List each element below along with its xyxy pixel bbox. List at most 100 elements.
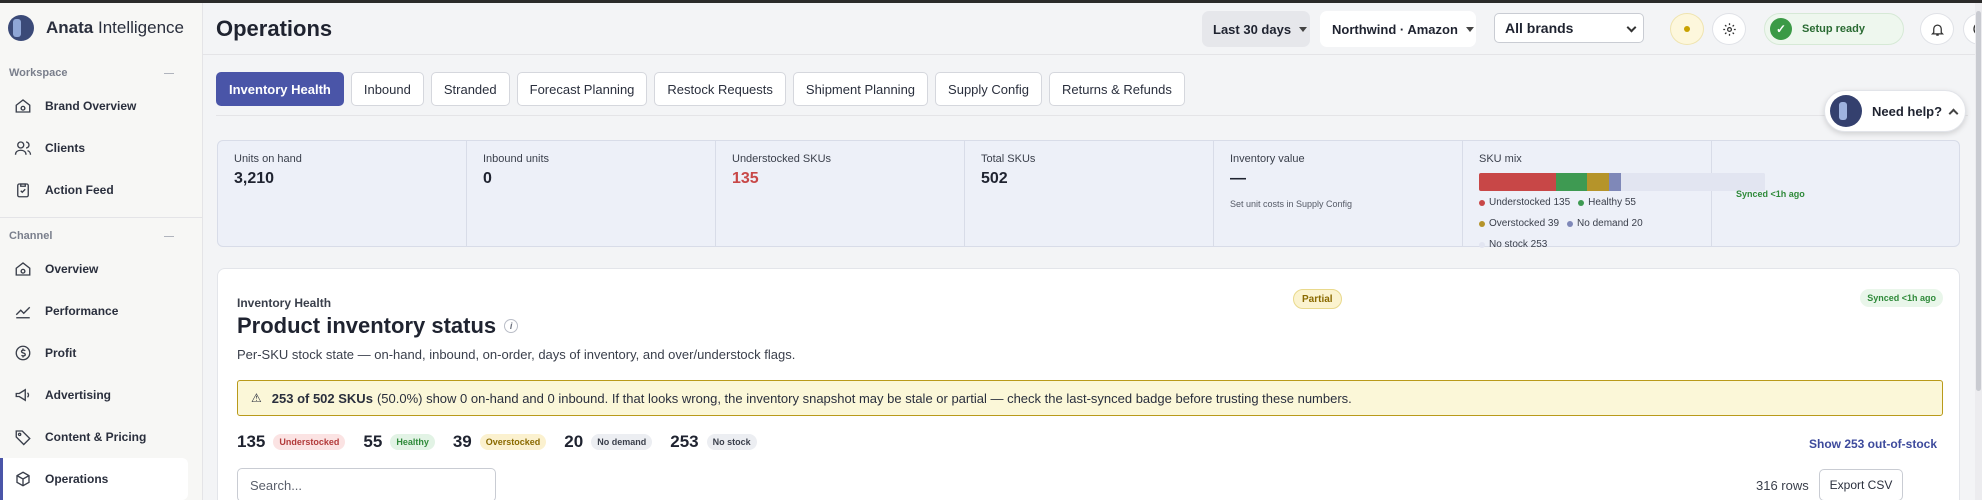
status-count[interactable]: 20 No demand [564,432,653,452]
stat-label: Total SKUs [981,153,1036,165]
stat-label: Inventory value [1230,153,1305,165]
gear-icon [1722,22,1736,36]
tab-shipment-planning[interactable]: Shipment Planning [792,72,929,106]
setup-status-badge[interactable]: ✓ Setup ready [1764,13,1904,45]
app-brand[interactable]: Anata Intelligence [0,3,202,53]
sidebar-item-action-feed[interactable]: Action Feed [0,169,188,211]
legend-label: No demand 20 [1577,218,1643,229]
sidebar-item-clients[interactable]: Clients [0,127,188,169]
collapse-icon[interactable]: — [164,68,174,79]
status-pill: No demand [591,434,653,450]
tab-forecast-planning[interactable]: Forecast Planning [516,72,648,106]
stat-value: 3,210 [234,170,275,187]
brand-filter-select[interactable]: All brands [1494,13,1644,43]
sku-mix-segment [1555,173,1588,191]
megaphone-icon [15,388,30,402]
alert-highlight: 253 of 502 SKUs [271,390,373,406]
legend-item: Healthy 55 [1578,197,1636,208]
status-pill: Overstocked [479,434,547,450]
notifications-button[interactable] [1920,13,1954,45]
account-label: Northwind · Amazon [1332,21,1458,37]
scrollbar-thumb[interactable] [1976,11,1981,391]
section-workspace[interactable]: Workspace — [0,61,202,85]
page-title: Operations [216,16,333,41]
status-pill: Healthy [390,434,435,450]
assistant-avatar-icon [1830,95,1862,127]
section-channel[interactable]: Channel — [0,224,202,248]
stat-sku-mix: SKU mix Understocked 135 Healthy 55 Overst… [1463,141,1765,250]
row-count: 316 rows [1756,478,1809,493]
tab-returns-refunds[interactable]: Returns & Refunds [1049,72,1185,106]
sidebar-item-profit[interactable]: Profit [0,332,188,374]
tab-supply-config[interactable]: Supply Config [935,72,1042,106]
sku-mix-segment [1479,173,1556,191]
legend-swatch [1479,199,1485,206]
card-eyebrow: Inventory Health [237,296,332,310]
dollar-icon [15,345,31,361]
sidebar-item-label: Performance [45,304,119,318]
inventory-stats-strip: Units on hand 3,210 Inbound units 0 Unde… [217,140,1960,250]
section-title: Workspace [9,67,68,79]
users-icon [14,141,32,155]
app-name-bold: Anata [46,18,94,37]
tab-restock-requests[interactable]: Restock Requests [654,72,786,106]
box-icon [16,471,30,487]
sidebar-item-advertising[interactable]: Advertising [0,374,188,416]
setup-status-label: Setup ready [1802,23,1865,35]
sidebar-item-brand-overview[interactable]: Brand Overview [0,85,188,127]
sidebar-item-label: Content & Pricing [45,430,147,444]
stat-total-skus: Total SKUs 502 [965,141,1214,246]
need-help-button[interactable]: Need help? [1824,90,1966,132]
caret-down-icon [1465,26,1474,32]
status-count-value: 20 [564,432,584,451]
status-count-value: 55 [363,432,383,451]
status-dot-button[interactable] [1670,13,1704,45]
tab-stranded[interactable]: Stranded [430,72,510,106]
card-description: Per-SKU stock state — on-hand, inbound, … [237,347,796,362]
status-pill: Understocked [273,434,346,450]
section-title: Channel [9,230,53,242]
legend-label: Understocked 135 [1489,197,1571,208]
account-selector[interactable]: Northwind · Amazon [1320,11,1476,47]
legend-item: Overstocked 39 [1479,218,1559,229]
chevron-up-icon [1948,108,1959,118]
bell-icon [1930,24,1944,36]
stat-value: 135 [732,170,759,187]
search-input[interactable] [237,468,496,500]
sku-mix-legend: Understocked 135 Healthy 55 Overstocked 39… [1479,197,1719,250]
sidebar-item-overview[interactable]: Overview [0,248,188,290]
status-count[interactable]: 39 Overstocked [452,432,547,452]
sidebar-item-operations[interactable]: Operations [0,458,188,500]
date-range-button[interactable]: Last 30 days [1202,11,1310,47]
tab-inventory-health[interactable]: Inventory Health [216,72,344,106]
status-count-value: 39 [452,432,472,451]
info-icon[interactable]: i [504,319,519,333]
home-icon [15,262,31,276]
export-csv-button[interactable]: Export CSV [1819,469,1903,500]
page-scrollbar[interactable] [1975,3,1982,500]
status-count[interactable]: 135 Understocked [237,432,346,452]
operations-tabs: Inventory Health Inbound Stranded Foreca… [216,72,1192,106]
sidebar-item-content-pricing[interactable]: Content & Pricing [0,416,188,458]
collapse-icon[interactable]: — [164,231,174,242]
sidebar-item-performance[interactable]: Performance [0,290,188,332]
legend-swatch [1578,199,1585,206]
home-icon [15,99,31,113]
sku-mix-segment [1609,173,1621,191]
legend-swatch [1567,220,1574,227]
clipboard-icon [17,183,29,198]
status-count[interactable]: 55 Healthy [363,432,435,452]
settings-button[interactable] [1712,13,1746,45]
warning-icon: ⚠ [251,391,262,405]
tab-inbound[interactable]: Inbound [350,72,424,106]
legend-item: No demand 20 [1567,218,1643,229]
stat-label: Understocked SKUs [732,153,832,165]
card-title: Product inventory status i [237,313,519,339]
caret-down-icon [1299,26,1308,32]
status-count[interactable]: 253 No stock [670,432,757,452]
inventory-status-card: Inventory Health Product inventory statu… [217,268,1960,500]
sidebar-item-label: Overview [45,262,99,276]
top-header: Operations Last 30 days Northwind · Amaz… [203,3,1982,55]
show-out-of-stock-link[interactable]: Show 253 out-of-stock [1809,437,1937,451]
stat-value: 502 [981,170,1008,187]
